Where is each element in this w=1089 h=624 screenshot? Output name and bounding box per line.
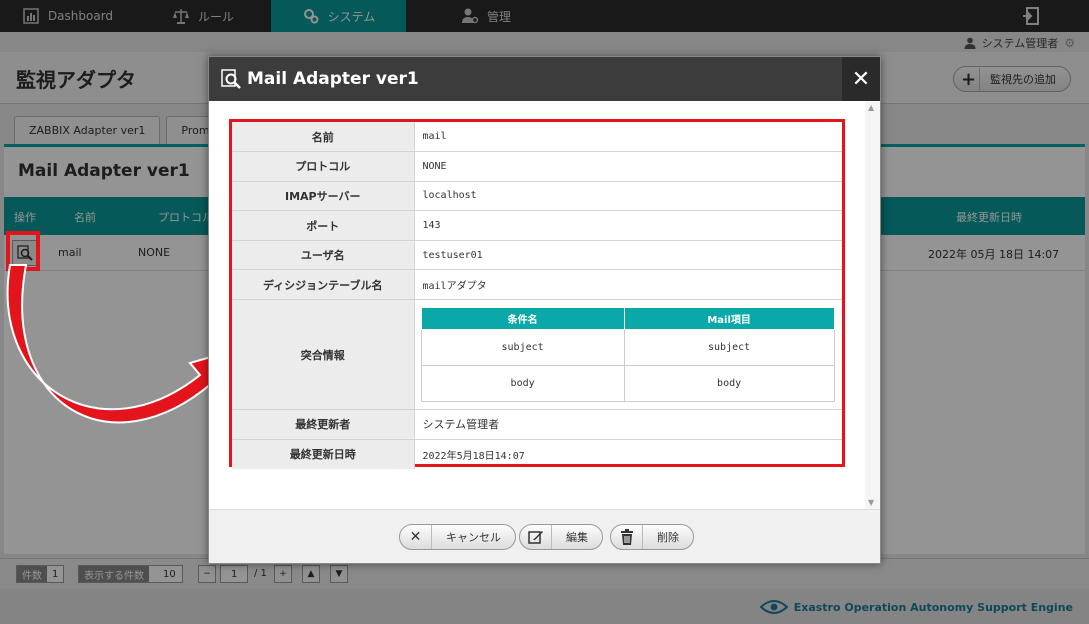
cancel-label: キャンセル [446, 531, 501, 544]
delete-button[interactable]: 削除 [610, 524, 694, 550]
edit-button[interactable]: 編集 [519, 524, 603, 550]
field-key: 突合情報 [232, 299, 415, 411]
field-value: 143 [414, 210, 842, 241]
delete-label: 削除 [657, 531, 679, 544]
x-icon: ✕ [400, 525, 432, 549]
table-row: subject subject [420, 329, 835, 367]
field-key: ディシジョンテーブル名 [232, 269, 415, 301]
match-cell: body [623, 365, 835, 403]
field-value: mailアダプタ [414, 269, 842, 301]
close-icon[interactable]: ✕ [842, 57, 880, 101]
match-cell: body [420, 365, 625, 403]
detail-row: ユーザ名 testuser01 [232, 240, 842, 271]
match-col-condition: 条件名 [420, 307, 625, 331]
magnifier-icon [221, 69, 241, 89]
field-key: 名前 [232, 122, 415, 153]
match-cell: subject [623, 329, 835, 367]
field-value: mail [414, 122, 842, 153]
modal-body: 名前 mail プロトコル NONE IMAPサーバー localhost ポート 14… [209, 101, 880, 509]
field-key: ポート [232, 210, 415, 241]
field-value: システム管理者 [414, 409, 842, 440]
detail-table: 名前 mail プロトコル NONE IMAPサーバー localhost ポート 14… [232, 122, 842, 469]
detail-row: 最終更新者 システム管理者 [232, 409, 842, 440]
detail-row: ディシジョンテーブル名 mailアダプタ [232, 269, 842, 301]
field-value: NONE [414, 151, 842, 182]
field-key: 最終更新日時 [232, 439, 415, 469]
field-value: 2022年5月18日14:07 [422, 450, 525, 462]
modal-footer: ✕ キャンセル 編集 削除 [209, 509, 880, 563]
detail-highlight-frame: 名前 mail プロトコル NONE IMAPサーバー localhost ポート 14… [229, 119, 845, 469]
detail-row: IMAPサーバー localhost [232, 181, 842, 212]
scroll-up-icon[interactable]: ▲ [868, 103, 874, 112]
edit-icon [520, 525, 552, 549]
detail-modal: Mail Adapter ver1 ✕ 名前 mail プロトコル NONE IMA… [208, 56, 881, 564]
modal-content: 名前 mail プロトコル NONE IMAPサーバー localhost ポート 14… [209, 101, 865, 509]
trash-icon [611, 525, 643, 549]
field-value: testuser01 [414, 240, 842, 271]
field-key: 最終更新者 [232, 409, 415, 440]
cancel-button[interactable]: ✕ キャンセル [399, 524, 516, 550]
modal-scrollbar[interactable]: ▲ ▼ [865, 101, 880, 509]
detail-row: ポート 143 [232, 210, 842, 241]
field-key: IMAPサーバー [232, 181, 415, 212]
detail-row: 名前 mail [232, 122, 842, 153]
modal-title: Mail Adapter ver1 [247, 69, 419, 89]
field-key: ユーザ名 [232, 240, 415, 271]
field-value: localhost [414, 181, 842, 212]
match-table: 条件名 Mail項目 subject subject body body [420, 307, 835, 403]
table-row: body body [420, 365, 835, 403]
field-key: プロトコル [232, 151, 415, 182]
match-col-mail-item: Mail項目 [623, 307, 835, 331]
scroll-down-icon[interactable]: ▼ [868, 498, 874, 507]
match-cell: subject [420, 329, 625, 367]
detail-row: 最終更新日時 2022年5月18日14:07 [232, 439, 842, 469]
modal-header: Mail Adapter ver1 ✕ [209, 57, 880, 101]
detail-row: プロトコル NONE [232, 151, 842, 182]
edit-label: 編集 [566, 531, 588, 544]
match-info-cell: 条件名 Mail項目 subject subject body body [414, 299, 842, 411]
detail-row: 突合情報 条件名 Mail項目 subject subject body bod… [232, 299, 842, 411]
